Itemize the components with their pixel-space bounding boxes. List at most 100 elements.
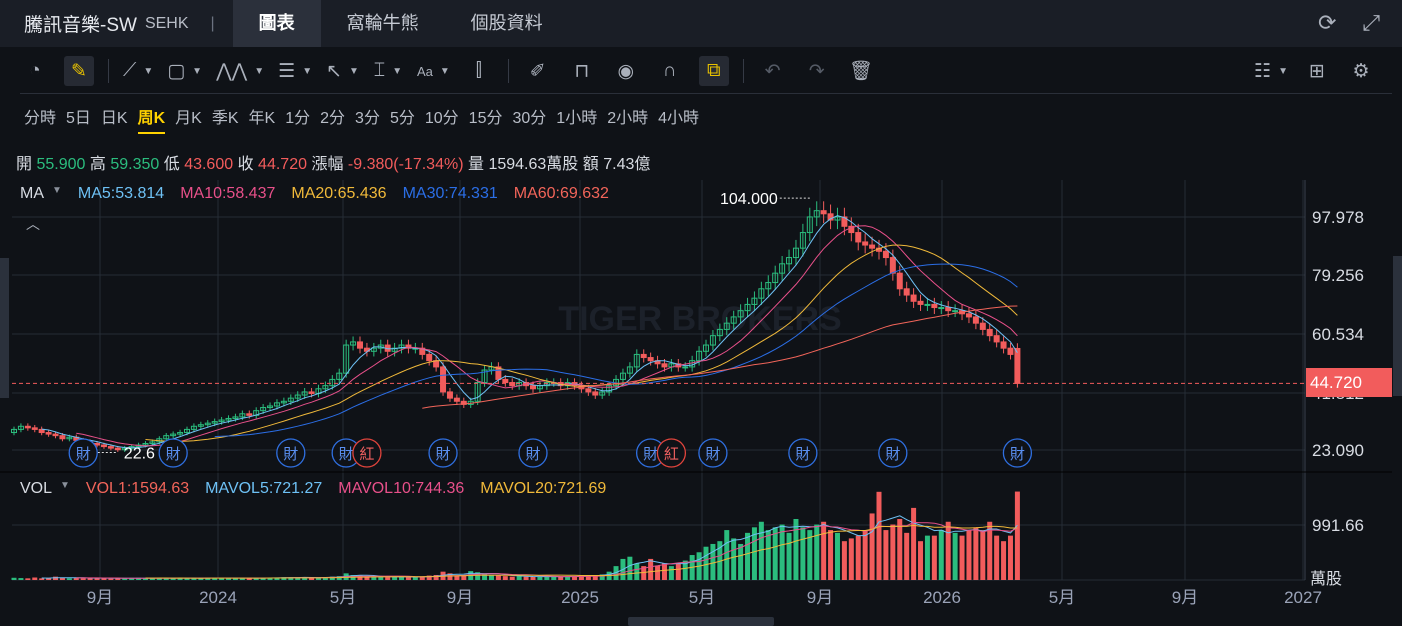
earnings-marker[interactable]: 財 bbox=[518, 438, 548, 468]
watermark: TIGER BROKERS bbox=[558, 300, 841, 338]
volume-bar bbox=[924, 535, 930, 580]
candle bbox=[889, 257, 896, 274]
candle bbox=[862, 241, 869, 246]
vol_legend-item: MAVOL20:721.69 bbox=[480, 480, 607, 497]
price-tick: 23.090 bbox=[1312, 441, 1364, 460]
marker-label: 財 bbox=[525, 446, 540, 463]
candle bbox=[114, 447, 121, 451]
candle bbox=[45, 432, 52, 435]
volume-bar bbox=[931, 535, 937, 580]
candle bbox=[661, 363, 668, 368]
volume-bar bbox=[952, 532, 958, 580]
earnings-marker[interactable]: 財 bbox=[158, 438, 188, 468]
volume-bar bbox=[800, 527, 806, 580]
volume-bar bbox=[516, 576, 522, 580]
volume-bar bbox=[959, 535, 965, 580]
volume-unit: 萬股 bbox=[1310, 570, 1342, 588]
volume-bar bbox=[661, 563, 667, 580]
candle bbox=[647, 357, 654, 362]
volume-bar bbox=[848, 538, 854, 580]
candle bbox=[682, 366, 689, 369]
candle bbox=[426, 353, 433, 362]
marker-label: 紅 bbox=[359, 446, 374, 463]
earnings-marker[interactable]: 財 bbox=[68, 438, 98, 468]
earnings-marker[interactable]: 財 bbox=[428, 438, 458, 468]
ma_legend-name[interactable]: MA bbox=[20, 185, 44, 203]
dropdown-icon[interactable]: ▼ bbox=[60, 480, 70, 498]
candle bbox=[246, 413, 253, 416]
dividend-marker[interactable]: 紅 bbox=[352, 438, 382, 468]
volume-bar bbox=[966, 530, 972, 580]
candle bbox=[640, 353, 647, 359]
marker-label: 財 bbox=[705, 446, 720, 463]
candle bbox=[972, 316, 979, 324]
ma_legend-item: MA5:53.814 bbox=[77, 185, 165, 202]
candle bbox=[308, 391, 315, 394]
marker-label: 財 bbox=[643, 446, 658, 463]
horizontal-scrollbar[interactable] bbox=[628, 617, 774, 626]
last-price-tag: 44.720 bbox=[1306, 368, 1392, 397]
candle bbox=[1007, 347, 1014, 355]
marker-label: 財 bbox=[166, 446, 181, 463]
marker-label: 財 bbox=[1010, 446, 1025, 463]
volume-bar bbox=[758, 521, 764, 580]
price-tick: 79.256 bbox=[1312, 266, 1364, 285]
dropdown-icon[interactable]: ▼ bbox=[52, 185, 62, 203]
volume-bar bbox=[772, 527, 778, 580]
right-panel-handle[interactable] bbox=[1393, 256, 1402, 396]
volume-bar bbox=[1001, 541, 1007, 580]
candle bbox=[882, 250, 889, 259]
x-tick: 9月 bbox=[807, 588, 833, 607]
volume-bar bbox=[385, 577, 391, 580]
candle bbox=[820, 210, 827, 215]
vol_legend-item: MAVOL10:744.36 bbox=[338, 480, 465, 497]
earnings-marker[interactable]: 財 bbox=[276, 438, 306, 468]
earnings-marker[interactable]: 財 bbox=[1002, 438, 1033, 468]
volume-bar bbox=[1007, 535, 1013, 580]
volume-bar bbox=[883, 530, 889, 580]
candle bbox=[952, 310, 959, 313]
x-tick: 9月 bbox=[87, 588, 113, 607]
high-note: 104.000 bbox=[720, 191, 778, 208]
x-tick: 2027 bbox=[1284, 588, 1322, 607]
candle bbox=[993, 335, 1000, 343]
earnings-marker[interactable]: 財 bbox=[788, 438, 818, 468]
mavol-line-10 bbox=[76, 521, 1018, 579]
volume-bar bbox=[814, 524, 820, 580]
volume-bar bbox=[938, 530, 944, 580]
volume-bar bbox=[108, 578, 114, 580]
volume-bar bbox=[558, 576, 564, 580]
volume-bar bbox=[655, 565, 661, 580]
volume-bar bbox=[39, 578, 45, 580]
ma_legend-item: MA30:74.331 bbox=[402, 185, 498, 202]
volume-bar bbox=[523, 576, 529, 580]
price-tick: 60.534 bbox=[1312, 325, 1364, 344]
earnings-marker[interactable]: 財 bbox=[878, 438, 908, 468]
left-panel-handle[interactable] bbox=[0, 258, 9, 398]
kline-chart[interactable]: TIGER BROKERS97.97879.25660.53441.81223.… bbox=[0, 0, 1402, 626]
earnings-marker[interactable]: 財 bbox=[698, 438, 728, 468]
volume-bar bbox=[66, 578, 72, 580]
candle bbox=[100, 444, 107, 448]
dividend-marker[interactable]: 紅 bbox=[656, 438, 687, 468]
x-tick: 5月 bbox=[1049, 588, 1075, 607]
volume-bar bbox=[834, 532, 840, 580]
price-tick: 97.978 bbox=[1312, 208, 1364, 227]
volume-bar bbox=[731, 538, 737, 580]
candle bbox=[924, 303, 931, 306]
candle bbox=[433, 360, 440, 368]
volume-bar bbox=[634, 563, 640, 580]
volume-bar bbox=[551, 576, 557, 580]
candle bbox=[107, 446, 114, 449]
low-note: 22.6 bbox=[124, 446, 155, 463]
candle bbox=[31, 427, 38, 430]
volume-bar bbox=[80, 578, 86, 580]
volume-bar bbox=[904, 532, 910, 580]
x-tick: 2026 bbox=[923, 588, 961, 607]
volume-bar bbox=[537, 576, 543, 580]
x-tick: 5月 bbox=[689, 588, 715, 607]
volume-bar bbox=[821, 521, 827, 580]
candle bbox=[59, 435, 66, 440]
candle bbox=[24, 425, 31, 429]
vol_legend-name[interactable]: VOL bbox=[20, 480, 52, 498]
